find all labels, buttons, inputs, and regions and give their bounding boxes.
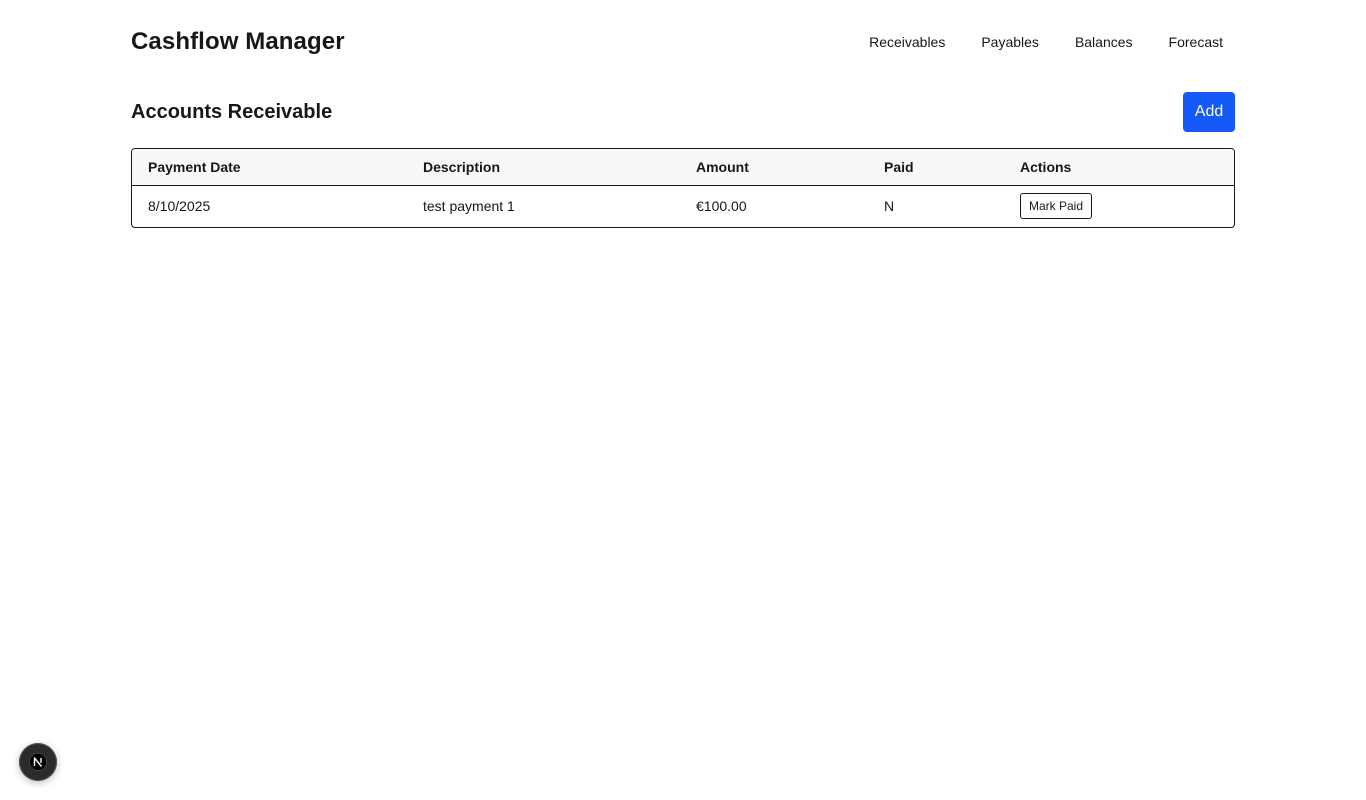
main-nav: Receivables Payables Balances Forecast [869, 34, 1223, 50]
cell-actions: Mark Paid [1004, 185, 1234, 227]
app-header: Cashflow Manager Receivables Payables Ba… [131, 0, 1235, 84]
add-button[interactable]: Add [1183, 92, 1235, 132]
nextjs-dev-badge[interactable] [19, 743, 57, 781]
nav-item-payables[interactable]: Payables [981, 34, 1039, 50]
receivables-table-grid: Payment Date Description Amount Paid Act… [132, 149, 1234, 227]
cell-amount: €100.00 [696, 198, 747, 215]
mark-paid-button[interactable]: Mark Paid [1020, 193, 1093, 220]
main-container: Cashflow Manager Receivables Payables Ba… [131, 0, 1235, 228]
column-header-description: Description [423, 158, 501, 175]
table-header-row: Payment Date Description Amount Paid Act… [132, 149, 1234, 185]
cell-description: test payment 1 [423, 198, 515, 215]
column-header-payment-date: Payment Date [148, 158, 241, 175]
cell-paid: N [884, 198, 895, 215]
nav-item-receivables[interactable]: Receivables [869, 34, 945, 50]
app-title: Cashflow Manager [131, 28, 345, 55]
receivables-table: Payment Date Description Amount Paid Act… [131, 148, 1235, 228]
nav-item-balances[interactable]: Balances [1075, 34, 1133, 50]
page: Cashflow Manager Receivables Payables Ba… [0, 0, 1366, 800]
section-header: Accounts Receivable Add [131, 84, 1235, 140]
table-row: 8/10/2025 test payment 1 €100.00 N Mark … [132, 185, 1234, 227]
column-header-actions: Actions [1020, 158, 1072, 175]
table-body: 8/10/2025 test payment 1 €100.00 N Mark … [132, 185, 1234, 227]
table-header: Payment Date Description Amount Paid Act… [132, 149, 1234, 185]
column-header-amount: Amount [696, 158, 749, 175]
nav-item-forecast[interactable]: Forecast [1169, 34, 1223, 50]
page-title: Accounts Receivable [131, 100, 333, 123]
column-header-paid: Paid [884, 158, 914, 175]
cell-payment-date: 8/10/2025 [148, 198, 211, 215]
nextjs-logo-icon [29, 753, 47, 771]
